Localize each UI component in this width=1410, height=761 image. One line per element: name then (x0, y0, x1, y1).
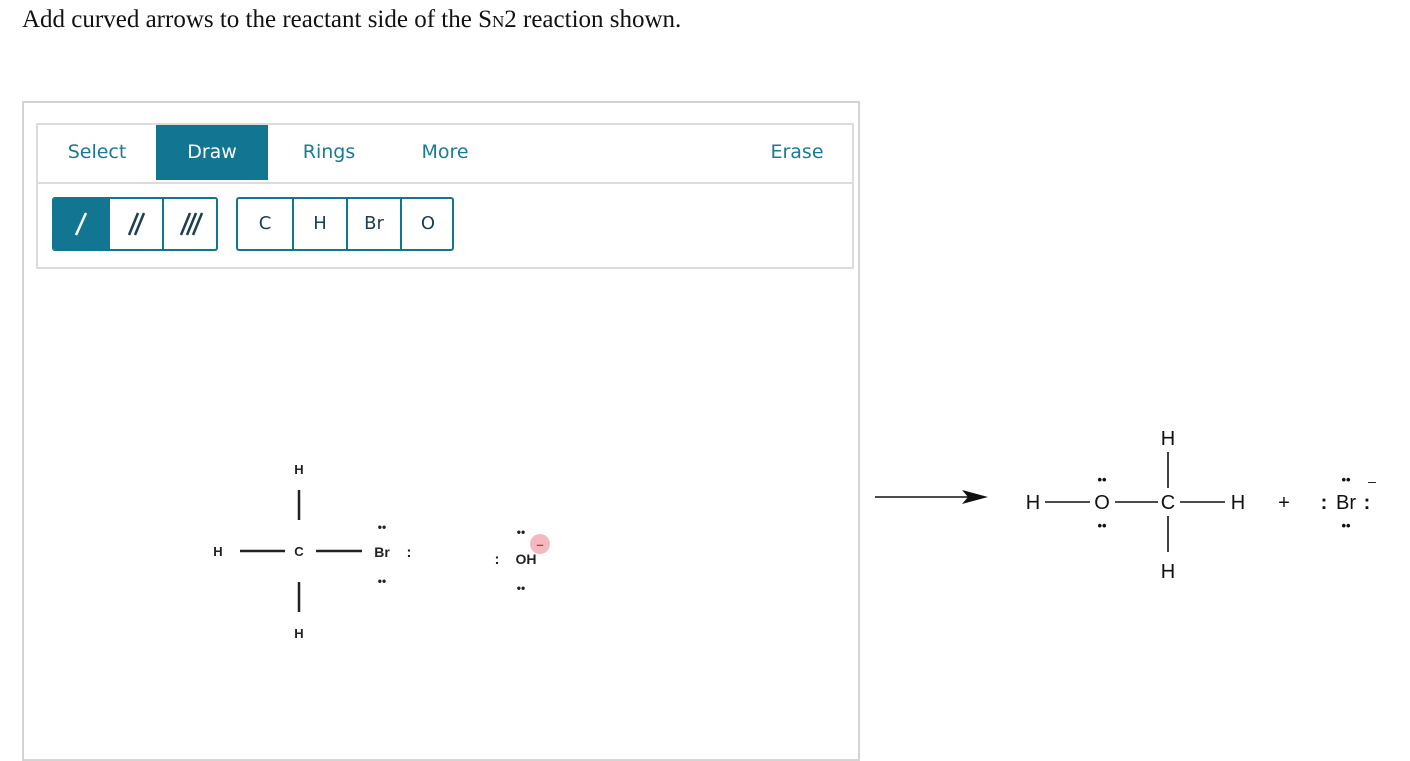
br-lone-pair-bottom: •• (1341, 518, 1351, 533)
drawing-editor[interactable]: Select Draw Rings More Erase C H Br O (22, 101, 860, 761)
tab-select[interactable]: Select (38, 125, 156, 180)
product-h-left: H (1026, 492, 1040, 514)
atom-tool-group: C H Br O (236, 197, 454, 251)
product-h-right: H (1231, 492, 1245, 514)
br-lone-pair-top: •• (1341, 472, 1351, 487)
product-oxygen: O (1094, 492, 1110, 514)
br-pair-right: : (1364, 492, 1371, 514)
double-bond-button[interactable] (108, 199, 162, 249)
br-pair-left: : (1321, 492, 1328, 514)
o-lone-pair-top: •• (1097, 472, 1107, 487)
atom-h-button[interactable]: H (292, 199, 346, 249)
question-text: Add curved arrows to the reactant side o… (22, 6, 682, 33)
o-lone-pair-bottom: •• (1097, 518, 1107, 533)
toolbar: Select Draw Rings More Erase C H Br O (36, 123, 854, 269)
methanol-product: H O •• •• C H H H (1026, 428, 1245, 583)
triple-bond-button[interactable] (162, 199, 216, 249)
bromide-charge: – (1368, 473, 1376, 489)
tab-bar: Select Draw Rings More Erase (38, 125, 852, 184)
tab-more[interactable]: More (390, 125, 500, 180)
single-bond-button[interactable] (54, 199, 108, 249)
tab-draw[interactable]: Draw (156, 125, 268, 180)
atom-o-button[interactable]: O (400, 199, 454, 249)
product-h-top: H (1161, 428, 1175, 450)
tab-rings[interactable]: Rings (274, 125, 384, 180)
atom-c-button[interactable]: C (238, 199, 292, 249)
double-bond-icon (127, 212, 146, 236)
atom-br-button[interactable]: Br (346, 199, 400, 249)
single-bond-icon (74, 212, 88, 236)
triple-bond-icon (179, 212, 204, 236)
tab-erase[interactable]: Erase (742, 125, 852, 180)
reaction-arrow (875, 490, 988, 504)
plus-sign: + (1278, 492, 1290, 514)
bromide-ion: Br : : •• •• – (1321, 472, 1376, 533)
product-h-bottom: H (1161, 561, 1175, 583)
bromide-label: Br (1336, 492, 1356, 514)
bond-tool-group (52, 197, 218, 251)
product-carbon: C (1161, 492, 1175, 514)
